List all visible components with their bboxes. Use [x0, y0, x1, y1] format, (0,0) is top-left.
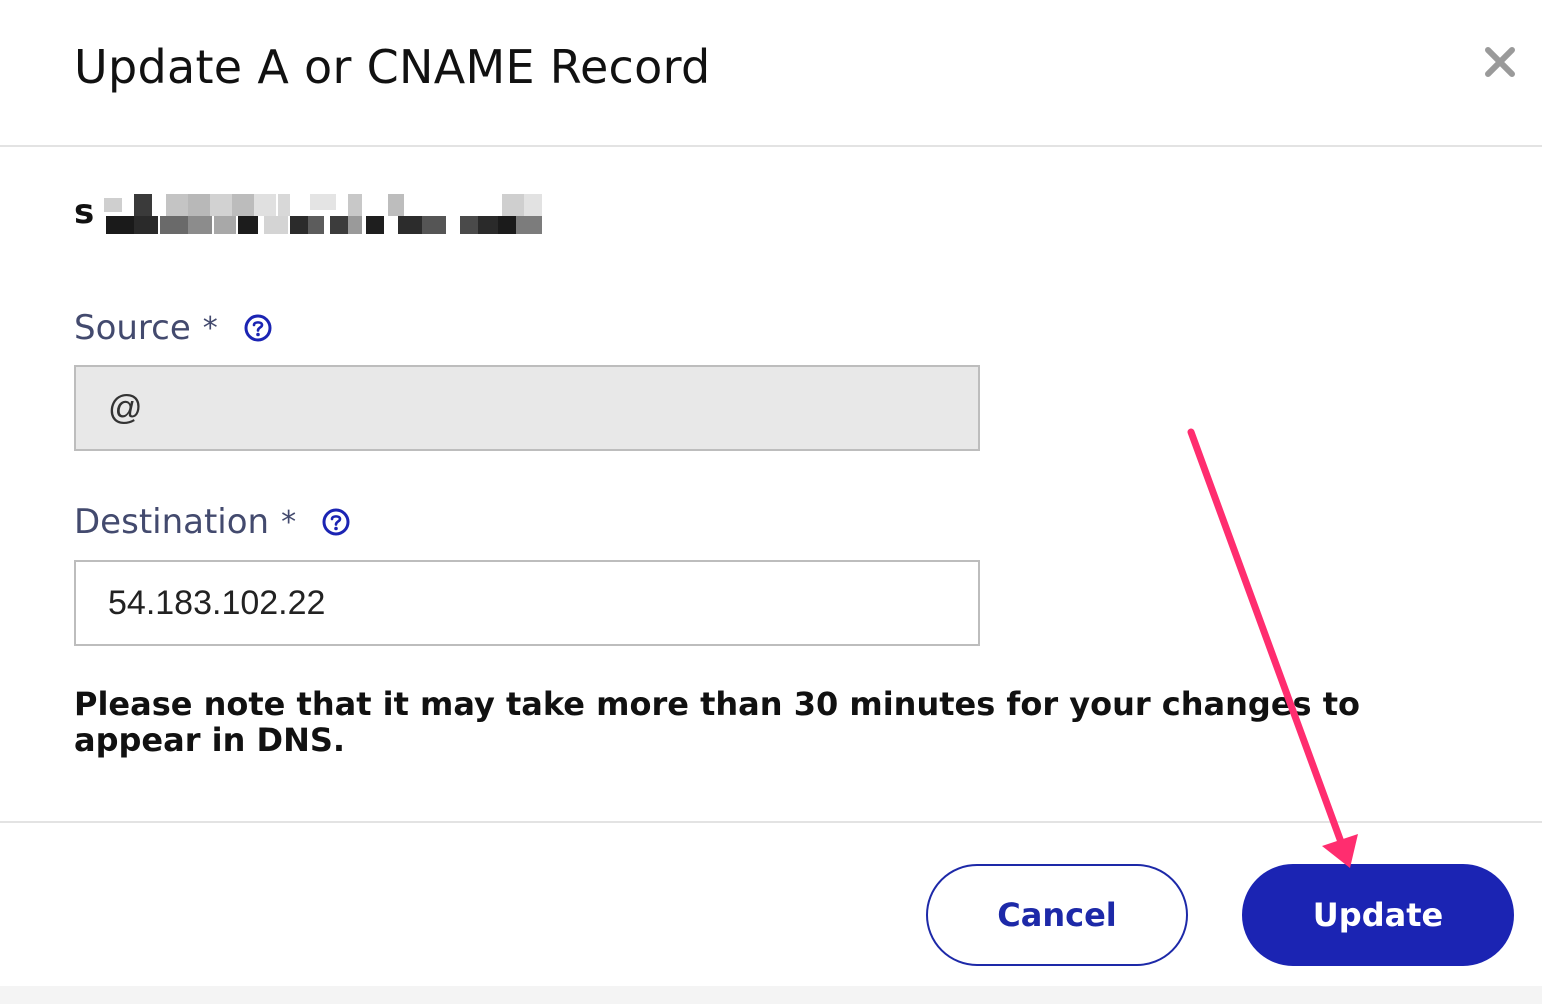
- dns-propagation-note: Please note that it may take more than 3…: [74, 685, 1360, 759]
- destination-required-marker: *: [281, 504, 297, 540]
- source-help-icon[interactable]: [244, 314, 272, 342]
- domain-name-redacted: [104, 194, 542, 234]
- destination-help-icon[interactable]: [322, 508, 350, 536]
- bottom-strip: [0, 986, 1542, 1004]
- source-required-marker: *: [202, 310, 218, 346]
- source-label: Source *: [74, 308, 272, 348]
- annotation-arrow-shaft: [1187, 428, 1345, 846]
- modal-title: Update A or CNAME Record: [74, 40, 711, 94]
- source-label-text: Source: [74, 308, 191, 348]
- modal-header: Update A or CNAME Record: [0, 0, 1542, 147]
- destination-input[interactable]: [74, 560, 980, 646]
- domain-name: s: [74, 188, 594, 248]
- cancel-button[interactable]: Cancel: [926, 864, 1188, 966]
- footer-divider: [0, 821, 1542, 823]
- update-button[interactable]: Update: [1242, 864, 1514, 966]
- annotation-arrow-head: [1322, 834, 1358, 868]
- destination-label-text: Destination: [74, 502, 270, 542]
- close-button[interactable]: [1478, 40, 1522, 84]
- destination-label: Destination *: [74, 502, 350, 542]
- update-record-modal: Update A or CNAME Record s Source * @ De…: [0, 0, 1542, 1004]
- source-input[interactable]: [74, 365, 980, 451]
- close-icon: [1485, 47, 1515, 77]
- domain-name-visible-prefix: s: [74, 192, 95, 232]
